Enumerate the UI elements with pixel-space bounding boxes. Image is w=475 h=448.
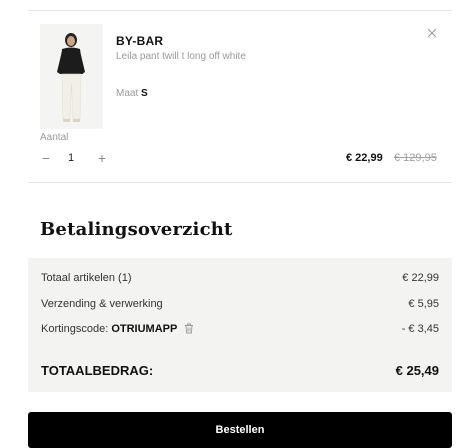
product-name[interactable]: Leila pant twill t long off white xyxy=(116,51,246,62)
product-image[interactable] xyxy=(40,24,103,129)
summary-title: Betalingsoverzicht xyxy=(40,219,233,240)
size-label: Maat xyxy=(116,88,139,99)
price-original: € 129,95 xyxy=(394,152,437,164)
discount-label: Kortingscode: OTRIUMAPP xyxy=(41,323,194,335)
order-button[interactable]: Bestellen xyxy=(28,412,452,448)
summary-label: Totaal artikelen (1) xyxy=(41,272,132,284)
total-value: € 25,49 xyxy=(395,363,439,378)
quantity-increase-button[interactable]: + xyxy=(94,150,110,166)
discount-prefix: Kortingscode: xyxy=(41,323,109,335)
item-divider xyxy=(28,182,452,183)
payment-summary: Totaal artikelen (1) € 22,99 Verzending … xyxy=(28,258,452,392)
cart-item: BY-BAR Leila pant twill t long off white… xyxy=(28,12,452,182)
trash-icon[interactable] xyxy=(184,323,194,334)
total-label: TOTAALBEDRAG: xyxy=(41,363,154,378)
remove-item-button[interactable] xyxy=(423,24,441,42)
summary-label: Verzending & verwerking xyxy=(41,298,163,310)
top-divider xyxy=(28,10,452,11)
quantity-decrease-button[interactable]: − xyxy=(38,150,54,166)
product-brand[interactable]: BY-BAR xyxy=(116,34,163,48)
summary-value: € 5,95 xyxy=(408,298,439,310)
quantity-label: Aantal xyxy=(40,132,69,143)
price-current: € 22,99 xyxy=(346,152,383,164)
product-size: Maat S xyxy=(116,88,148,99)
quantity-value: 1 xyxy=(68,152,75,164)
summary-value: - € 3,45 xyxy=(401,323,439,335)
discount-code: OTRIUMAPP xyxy=(111,323,178,335)
size-value: S xyxy=(141,88,148,99)
close-icon xyxy=(427,28,437,38)
summary-value: € 22,99 xyxy=(402,272,439,284)
